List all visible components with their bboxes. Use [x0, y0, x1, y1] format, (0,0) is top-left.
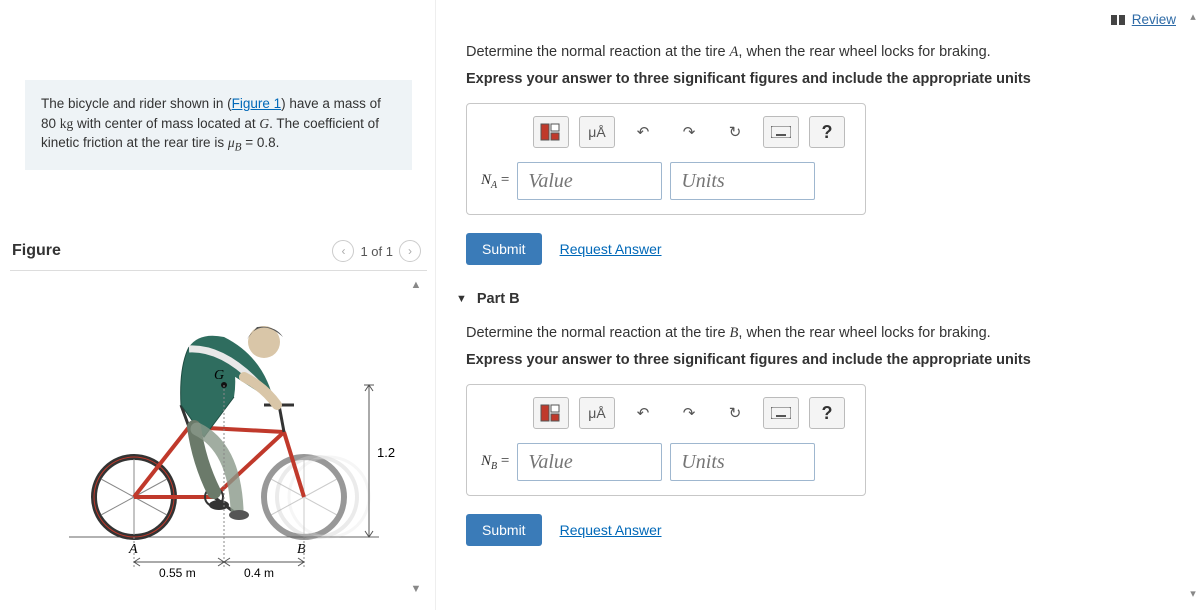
- part-a-prompt: Determine the normal reaction at the tir…: [466, 44, 1182, 61]
- right-panel: Review Determine the normal reaction at …: [435, 0, 1200, 610]
- keyboard-icon: [771, 407, 791, 419]
- template-button[interactable]: [533, 116, 569, 148]
- help-button[interactable]: ?: [809, 116, 845, 148]
- scroll-up-icon[interactable]: ▲: [411, 279, 422, 291]
- figure-title: Figure: [12, 242, 61, 260]
- part-b-prompt-post: , when the rear wheel locks for braking.: [738, 325, 990, 341]
- part-b-input-row: NB =: [481, 443, 851, 481]
- figure-divider: [10, 270, 427, 271]
- panel-scroll-up-icon[interactable]: ▴: [1190, 10, 1196, 23]
- panel-scrollbar[interactable]: ▴ ▾: [1186, 10, 1200, 600]
- figure-header: Figure ‹ 1 of 1 ›: [10, 240, 427, 270]
- figure-prev-button[interactable]: ‹: [332, 240, 354, 262]
- diagram-label-b: B: [297, 542, 306, 557]
- diagram-label-a: A: [128, 542, 138, 557]
- part-b-toolbar: μÅ ↶ ↷ ↻ ?: [533, 397, 851, 429]
- part-b-title: Part B: [477, 291, 520, 307]
- diagram-label-d2: 0.4 m: [244, 566, 274, 580]
- part-a-input-row: NA =: [481, 162, 851, 200]
- units-button[interactable]: μÅ: [579, 116, 615, 148]
- reset-button-b[interactable]: ↻: [717, 397, 753, 429]
- part-a-units-input[interactable]: [670, 162, 815, 200]
- part-a-value-input[interactable]: [517, 162, 662, 200]
- units-button-b[interactable]: μÅ: [579, 397, 615, 429]
- part-b-var-label: NB =: [481, 453, 509, 472]
- undo-button-b[interactable]: ↶: [625, 397, 661, 429]
- part-a-eq: =: [497, 172, 509, 188]
- part-a-submit-button[interactable]: Submit: [466, 233, 542, 265]
- part-a-prompt-pre: Determine the normal reaction at the tir…: [466, 44, 730, 60]
- part-b-var: N: [481, 453, 491, 469]
- problem-text-3: with center of mass located at: [73, 116, 259, 131]
- figure-next-button[interactable]: ›: [399, 240, 421, 262]
- left-panel: The bicycle and rider shown in (Figure 1…: [0, 0, 435, 610]
- keyboard-button-b[interactable]: [763, 397, 799, 429]
- diagram-label-height: 1.2 m: [377, 445, 399, 460]
- part-b-submit-row: Submit Request Answer: [466, 514, 1182, 546]
- symbol-mu: μ: [228, 135, 235, 150]
- part-a-toolbar: μÅ ↶ ↷ ↻ ?: [533, 116, 851, 148]
- part-b-header[interactable]: ▼ Part B: [456, 291, 1182, 307]
- part-b-prompt: Determine the normal reaction at the tir…: [466, 325, 1182, 342]
- figure-nav-text: 1 of 1: [360, 244, 393, 259]
- caret-down-icon: ▼: [456, 293, 467, 305]
- part-a-instruction: Express your answer to three significant…: [466, 71, 1182, 87]
- template-icon: [540, 123, 562, 141]
- help-button-b[interactable]: ?: [809, 397, 845, 429]
- panel-scroll-down-icon[interactable]: ▾: [1190, 587, 1196, 600]
- redo-button[interactable]: ↷: [671, 116, 707, 148]
- part-b-answer-box: μÅ ↶ ↷ ↻ ? NB =: [466, 384, 866, 496]
- template-button-b[interactable]: [533, 397, 569, 429]
- part-a-answer-box: μÅ ↶ ↷ ↻ ? NA =: [466, 103, 866, 215]
- figure-nav: ‹ 1 of 1 ›: [332, 240, 421, 262]
- part-b-value-input[interactable]: [517, 443, 662, 481]
- reset-button[interactable]: ↻: [717, 116, 753, 148]
- undo-button[interactable]: ↶: [625, 116, 661, 148]
- problem-text-1: The bicycle and rider shown in (: [41, 96, 232, 111]
- keyboard-button[interactable]: [763, 116, 799, 148]
- scroll-down-icon[interactable]: ▼: [411, 583, 422, 595]
- figure-body: G 1.2 m A B 0.55 m: [10, 279, 427, 595]
- problem-text-5: = 0.8.: [241, 135, 279, 150]
- part-a-submit-row: Submit Request Answer: [466, 233, 1182, 265]
- part-b-prompt-pre: Determine the normal reaction at the tir…: [466, 325, 730, 341]
- keyboard-icon: [771, 126, 791, 138]
- redo-button-b[interactable]: ↷: [671, 397, 707, 429]
- review-label: Review: [1132, 12, 1176, 27]
- part-b-request-answer[interactable]: Request Answer: [560, 522, 662, 538]
- part-b-submit-button[interactable]: Submit: [466, 514, 542, 546]
- part-b: Determine the normal reaction at the tir…: [466, 325, 1182, 546]
- diagram-label-d1: 0.55 m: [159, 566, 196, 580]
- template-icon: [540, 404, 562, 422]
- diagram-label-g: G: [214, 368, 224, 383]
- part-b-units-input[interactable]: [670, 443, 815, 481]
- problem-statement: The bicycle and rider shown in (Figure 1…: [25, 80, 412, 170]
- part-a-var: N: [481, 172, 491, 188]
- bicycle-diagram: G 1.2 m A B 0.55 m: [39, 287, 399, 587]
- part-a-prompt-post: , when the rear wheel locks for braking.: [738, 44, 990, 60]
- symbol-g: G: [259, 116, 269, 131]
- app-root: The bicycle and rider shown in (Figure 1…: [0, 0, 1200, 610]
- part-b-instruction: Express your answer to three significant…: [466, 352, 1182, 368]
- part-a-var-label: NA =: [481, 172, 509, 191]
- part-a: Determine the normal reaction at the tir…: [466, 44, 1182, 265]
- part-a-request-answer[interactable]: Request Answer: [560, 241, 662, 257]
- mass-unit: kg: [60, 116, 74, 131]
- review-icon: [1111, 15, 1127, 25]
- figure-link[interactable]: Figure 1: [232, 96, 282, 111]
- figure-scrollbar[interactable]: ▲ ▼: [407, 279, 425, 595]
- review-link[interactable]: Review: [1111, 12, 1176, 27]
- part-b-eq: =: [497, 453, 509, 469]
